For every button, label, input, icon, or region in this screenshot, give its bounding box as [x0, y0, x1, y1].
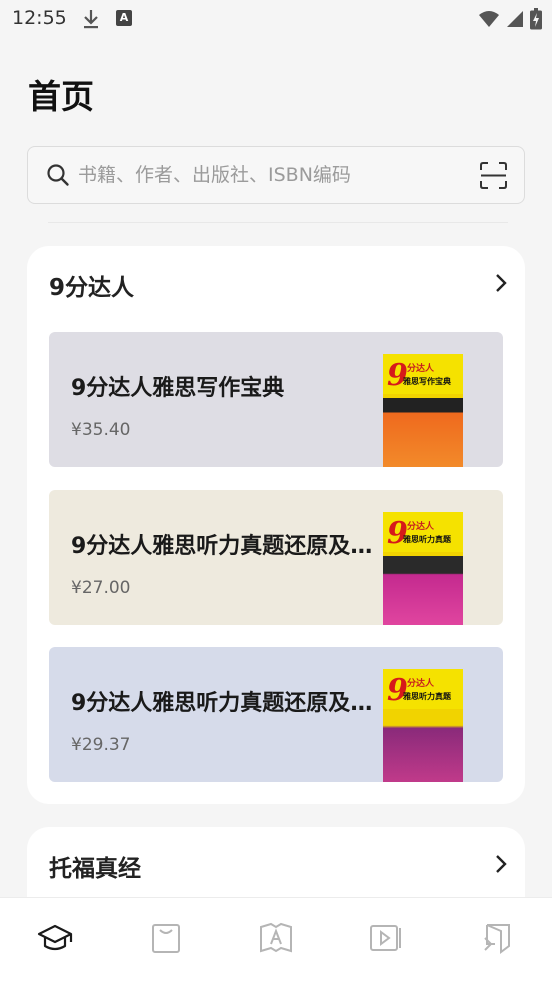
book-card[interactable]: 9分达人雅思写作宝典 ¥35.40 9 分达人 雅思写作宝典: [49, 332, 503, 467]
cover-subtitle: 雅思听力真题: [403, 692, 451, 701]
chevron-right-icon[interactable]: [495, 854, 507, 878]
book-title: 9分达人雅思听力真题还原及解析2: [71, 534, 381, 559]
cover-brand: 分达人: [407, 522, 435, 532]
cover-brand: 分达人: [407, 364, 435, 374]
tab-profile[interactable]: [442, 898, 552, 983]
section-title: 9分达人: [49, 275, 135, 301]
book-price: ¥29.37: [71, 735, 131, 755]
cover-brand: 分达人: [407, 679, 435, 689]
book-cover-image: 9 分达人 雅思听力真题: [383, 512, 463, 625]
tab-reading[interactable]: [221, 898, 331, 983]
signal-icon: [506, 10, 524, 32]
video-play-icon: [369, 922, 403, 958]
text-badge-icon: A: [116, 10, 132, 26]
bottom-tab-bar: [0, 897, 552, 983]
book-price: ¥27.00: [71, 578, 131, 598]
chevron-right-icon[interactable]: [495, 273, 507, 297]
status-bar: 12:55 A: [0, 0, 552, 38]
book-title: 9分达人雅思听力真题还原及解析6: [71, 691, 381, 716]
status-time: 12:55: [12, 7, 67, 29]
exit-door-icon: [481, 922, 513, 958]
tab-video[interactable]: [331, 898, 441, 983]
cover-band: [383, 398, 463, 467]
book-title: 9分达人雅思写作宝典: [71, 376, 285, 401]
section-title: 托福真经: [49, 856, 141, 882]
tab-shop[interactable]: [110, 898, 220, 983]
download-icon: [82, 8, 100, 34]
section-card-9fendaren: 9分达人 9分达人雅思写作宝典 ¥35.40 9 分达人 雅思写作宝典 9分达人…: [27, 246, 525, 804]
battery-icon: [530, 8, 542, 34]
search-icon: [46, 163, 70, 191]
book-card[interactable]: 9分达人雅思听力真题还原及解析6 ¥29.37 9 分达人 雅思听力真题: [49, 647, 503, 782]
graduation-cap-icon: [37, 922, 73, 958]
tab-home[interactable]: [0, 898, 110, 983]
book-price: ¥35.40: [71, 420, 131, 440]
search-bar[interactable]: [27, 146, 525, 204]
scan-icon[interactable]: [480, 162, 507, 193]
page-title: 首页: [28, 77, 94, 116]
search-input[interactable]: [78, 147, 468, 203]
divider: [48, 222, 508, 223]
book-card[interactable]: 9分达人雅思听力真题还原及解析2 ¥27.00 9 分达人 雅思听力真题: [49, 490, 503, 625]
cover-band: [383, 556, 463, 625]
book-cover-image: 9 分达人 雅思听力真题: [383, 669, 463, 782]
book-cover-image: 9 分达人 雅思写作宝典: [383, 354, 463, 467]
cover-band: [383, 713, 463, 782]
wifi-icon: [478, 10, 500, 32]
cover-subtitle: 雅思听力真题: [403, 535, 451, 544]
status-right-icons: [478, 8, 542, 34]
open-book-icon: [259, 922, 293, 958]
shopping-bag-icon: [151, 922, 181, 958]
cover-subtitle: 雅思写作宝典: [403, 377, 451, 386]
